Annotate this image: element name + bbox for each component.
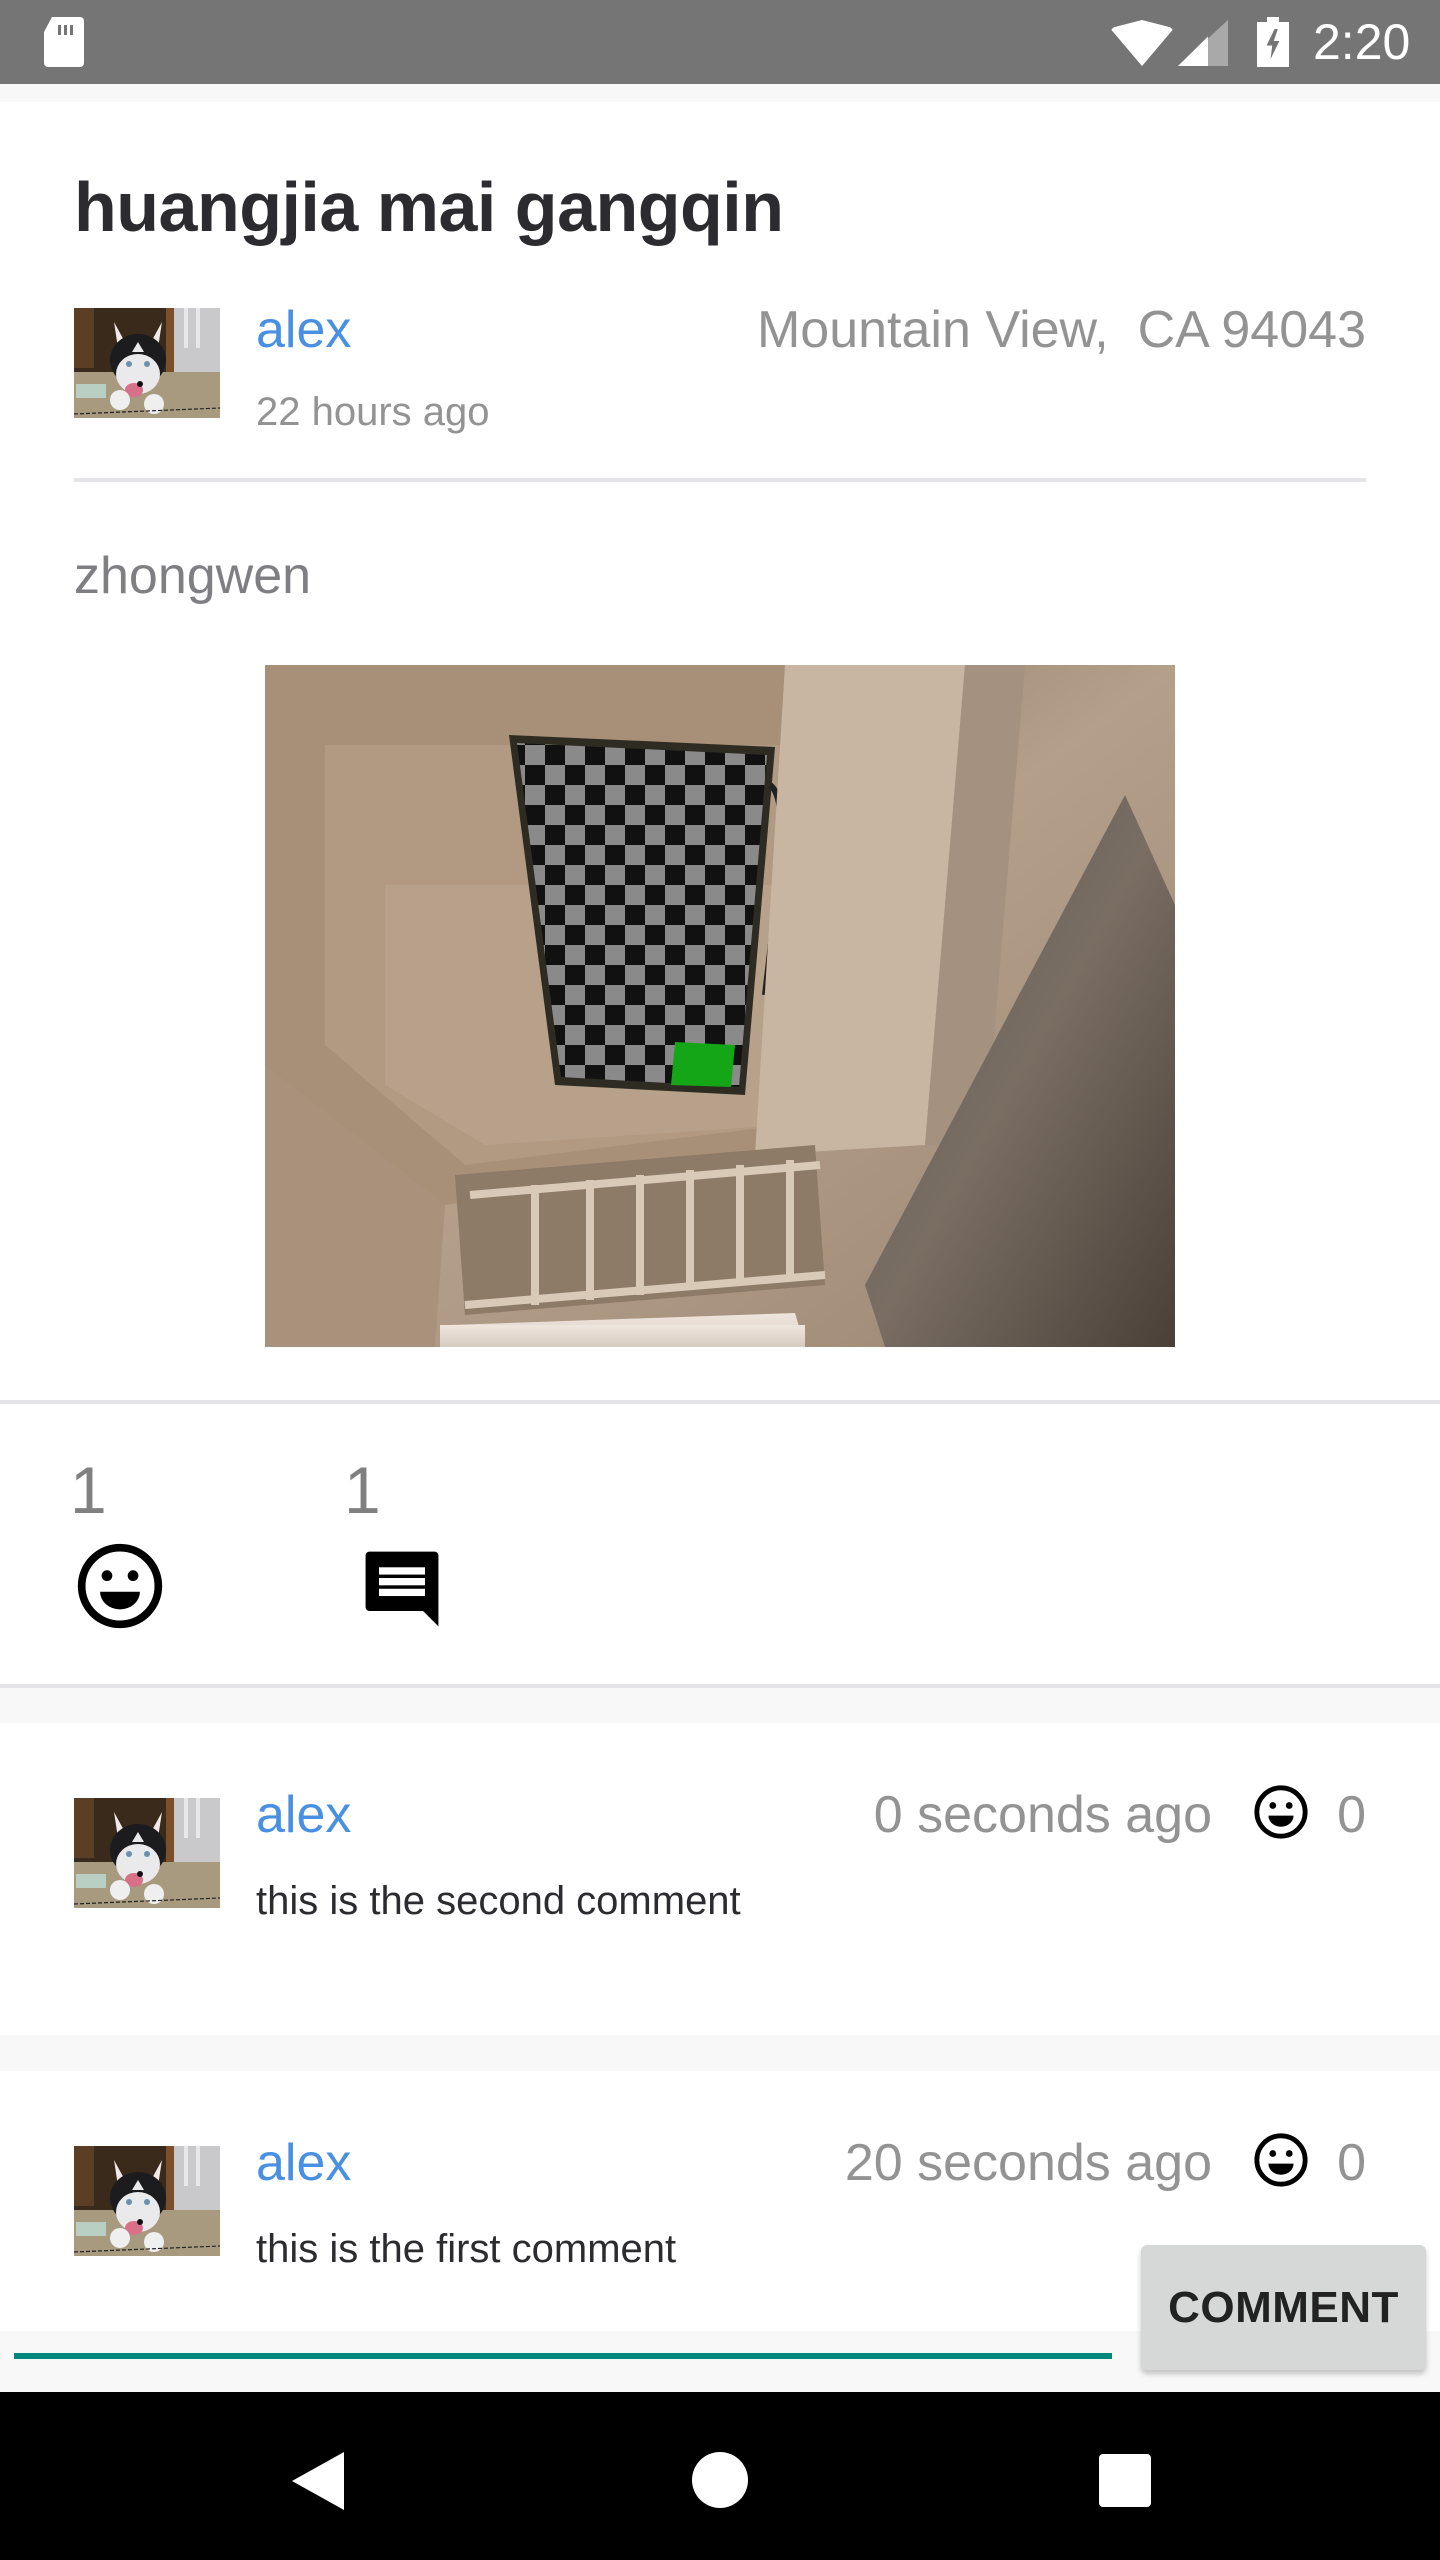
battery-charging-icon bbox=[1257, 17, 1289, 67]
comment-input[interactable] bbox=[14, 2331, 1112, 2359]
header-divider bbox=[74, 478, 1366, 482]
post-title: huangjia mai gangqin bbox=[74, 168, 784, 246]
comment-text: this is the first comment bbox=[256, 2227, 677, 2271]
sd-card-icon bbox=[44, 17, 84, 67]
smiley-icon[interactable] bbox=[1252, 1783, 1310, 1841]
comment-timestamp: 0 seconds ago bbox=[873, 1786, 1212, 1844]
post-location: Mountain View, CA 94043 bbox=[756, 301, 1366, 359]
comment-button[interactable]: COMMENT bbox=[1141, 2245, 1426, 2370]
comment-like-count: 0 bbox=[1337, 1786, 1366, 1844]
navigation-bar bbox=[0, 2392, 1440, 2560]
stats-bottom-divider bbox=[0, 1684, 1440, 1688]
comment-avatar[interactable] bbox=[74, 1798, 220, 1908]
comment-like-count: 0 bbox=[1337, 2134, 1366, 2192]
status-time: 2:20 bbox=[1313, 14, 1411, 70]
comment-count: 1 bbox=[344, 1453, 381, 1527]
smiley-icon[interactable] bbox=[1252, 2131, 1310, 2189]
comment-author-link[interactable]: alex bbox=[256, 1785, 351, 1845]
status-bar: 2:20 bbox=[0, 0, 1440, 84]
comment-text: this is the second comment bbox=[256, 1879, 741, 1923]
recents-icon[interactable] bbox=[1099, 2454, 1151, 2507]
comment-item: alex 0 seconds ago 0 this is the second … bbox=[0, 1723, 1440, 2035]
post-timestamp: 22 hours ago bbox=[256, 390, 490, 434]
author-avatar[interactable] bbox=[74, 308, 220, 418]
post-body: zhongwen bbox=[74, 547, 312, 605]
post-photo[interactable] bbox=[265, 665, 1175, 1347]
back-icon[interactable] bbox=[292, 2452, 344, 2510]
wifi-icon bbox=[1110, 20, 1174, 66]
comment-author-link[interactable]: alex bbox=[256, 2133, 351, 2193]
post-card: huangjia mai gangqin alex 22 hours ago M… bbox=[0, 102, 1440, 1400]
like-count: 1 bbox=[70, 1453, 107, 1527]
smiley-icon[interactable] bbox=[74, 1540, 166, 1632]
post-stats: 1 1 bbox=[0, 1404, 1440, 1684]
cell-signal-icon bbox=[1178, 20, 1228, 66]
post-author-link[interactable]: alex bbox=[256, 300, 351, 360]
home-icon[interactable] bbox=[692, 2452, 748, 2508]
comment-timestamp: 20 seconds ago bbox=[844, 2134, 1212, 2192]
comment-icon[interactable] bbox=[356, 1542, 448, 1634]
comment-avatar[interactable] bbox=[74, 2146, 220, 2256]
